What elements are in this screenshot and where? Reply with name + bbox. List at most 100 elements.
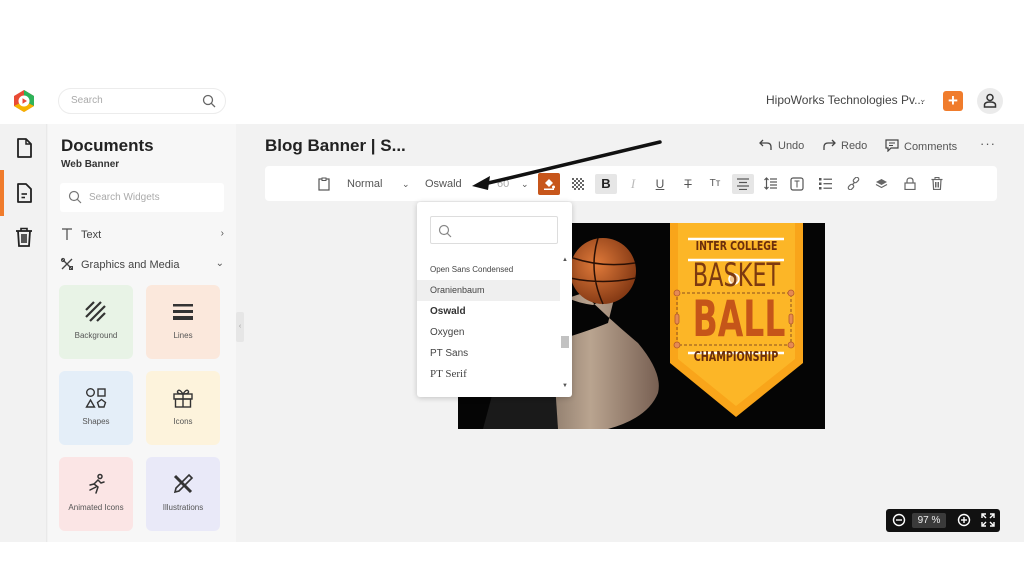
banner-line-championship-visible: CHAMPIONSHIP — [693, 350, 779, 365]
text-box-button[interactable] — [787, 174, 807, 194]
chevron-down-icon[interactable]: ⌄ — [521, 174, 529, 194]
search-icon — [68, 190, 82, 204]
italic-button[interactable]: I — [623, 174, 643, 194]
font-family-dropdown: Open Sans Condensed Oranienbaum Oswald O… — [417, 202, 572, 397]
section-label: Graphics and Media — [81, 259, 180, 271]
chevron-down-icon[interactable]: ⌄ — [402, 174, 410, 194]
zoom-out-icon[interactable] — [892, 513, 906, 527]
font-family-select[interactable]: Oswald — [425, 174, 462, 194]
tile-shapes[interactable]: Shapes — [59, 371, 133, 445]
search-icon — [438, 224, 452, 238]
text-box-icon — [790, 177, 804, 191]
strikethrough-button[interactable]: T — [678, 174, 698, 194]
active-indicator — [0, 170, 4, 216]
gift-icon — [173, 389, 193, 408]
chevron-right-icon: › — [220, 228, 224, 239]
font-option-hovered[interactable]: Oranienbaum — [417, 280, 560, 301]
document-text-icon[interactable] — [12, 181, 36, 205]
scroll-down-icon[interactable]: ▼ — [562, 383, 568, 389]
text-case-button[interactable]: Tт — [705, 174, 725, 194]
pencil-ruler-icon — [173, 473, 194, 494]
tile-label: Illustrations — [162, 503, 204, 512]
banner-line-inter-college[interactable]: INTER COLLEGE — [685, 239, 789, 253]
layers-icon — [875, 179, 887, 189]
font-option-selected[interactable]: Oswald — [417, 301, 560, 322]
more-options-button[interactable]: ··· — [980, 136, 996, 151]
redo-button[interactable]: Redo — [822, 139, 867, 152]
line-height-button[interactable] — [760, 174, 780, 194]
trash-icon — [931, 177, 943, 191]
paragraph-style-select[interactable]: Normal — [347, 174, 382, 194]
widgets-panel: Documents Web Banner Search Widgets Text… — [48, 124, 236, 542]
banner-line-basket[interactable]: BASKET — [690, 257, 783, 293]
user-icon — [983, 93, 997, 108]
left-rail — [0, 124, 47, 542]
scroll-up-icon[interactable]: ▲ — [562, 257, 568, 263]
delete-button[interactable] — [927, 174, 947, 194]
tile-background[interactable]: Background — [59, 285, 133, 359]
tile-lines[interactable]: Lines — [146, 285, 220, 359]
section-graphics-media[interactable]: Graphics and Media ⌄ — [60, 255, 226, 275]
list-icon — [818, 178, 832, 190]
banner-line-ball[interactable]: BALL — [693, 291, 786, 347]
zoom-control: 97 % — [886, 509, 1000, 532]
search-placeholder: Search — [71, 95, 103, 106]
tile-animated-icons[interactable]: Animated Icons — [59, 457, 133, 531]
font-option[interactable]: PT Sans — [417, 343, 560, 364]
fullscreen-icon[interactable] — [981, 513, 995, 527]
global-search-input[interactable]: Search — [58, 88, 226, 114]
running-icon — [89, 473, 105, 494]
lines-icon — [173, 304, 193, 320]
font-options-list: Open Sans Condensed Oranienbaum Oswald O… — [417, 259, 560, 391]
tile-illustrations[interactable]: Illustrations — [146, 457, 220, 531]
font-option[interactable]: PT Serif — [417, 364, 560, 385]
font-option[interactable]: Open Sans Condensed — [417, 259, 560, 280]
app-logo[interactable] — [12, 89, 36, 113]
chevron-down-icon: ⌄ — [215, 258, 224, 269]
undo-icon — [759, 139, 772, 150]
undo-button[interactable]: Undo — [759, 139, 804, 152]
chevron-down-icon[interactable]: ⌄ — [919, 94, 927, 105]
zoom-in-icon[interactable] — [957, 513, 971, 527]
bold-button[interactable]: B — [595, 174, 617, 194]
transparency-button[interactable] — [568, 174, 588, 194]
checkerboard-icon — [572, 178, 584, 190]
collapse-panel-handle[interactable]: ‹ — [236, 312, 244, 342]
underline-button[interactable]: U — [650, 174, 670, 194]
search-icon — [202, 94, 216, 108]
tile-label: Icons — [173, 417, 193, 426]
graphics-icon — [60, 257, 73, 270]
lock-icon — [904, 177, 916, 191]
format-toolbar: Normal ⌄ Oswald 60 ⌄ B I U T Tт — [265, 166, 997, 201]
link-button[interactable] — [843, 174, 863, 194]
comments-button[interactable]: Comments — [885, 139, 957, 153]
font-option[interactable]: Oxygen — [417, 322, 560, 343]
document-title[interactable]: Blog Banner | S... — [265, 136, 406, 156]
clipboard-icon[interactable] — [318, 177, 330, 191]
section-label: Text — [81, 229, 102, 241]
top-bar: Search HipoWorks Technologies Pv... ⌄ + — [0, 80, 1024, 124]
layers-button[interactable] — [871, 174, 891, 194]
scrollbar-thumb[interactable] — [561, 336, 569, 348]
zoom-level-input[interactable]: 97 % — [912, 513, 946, 528]
widget-search-input[interactable]: Search Widgets — [60, 183, 224, 212]
document-icon[interactable] — [12, 136, 36, 160]
lock-button[interactable] — [900, 174, 920, 194]
tile-label: Background — [74, 331, 118, 340]
align-center-button[interactable] — [732, 174, 754, 194]
list-button[interactable] — [815, 174, 835, 194]
dropdown-scrollbar[interactable]: ▲ ▼ — [560, 257, 570, 391]
comment-icon — [885, 139, 899, 153]
font-size-select[interactable]: 60 — [497, 174, 509, 194]
fill-color-button[interactable] — [538, 173, 560, 195]
trash-icon[interactable] — [12, 225, 36, 249]
widget-search-placeholder: Search Widgets — [89, 192, 160, 203]
user-menu-button[interactable] — [977, 88, 1003, 114]
tile-icons[interactable]: Icons — [146, 371, 220, 445]
font-search-input[interactable] — [430, 216, 558, 244]
section-text[interactable]: Text › — [60, 225, 226, 245]
organization-switcher[interactable]: HipoWorks Technologies Pv... — [766, 93, 924, 107]
tile-label: Animated Icons — [68, 503, 124, 512]
redo-label: Redo — [841, 140, 868, 152]
add-button[interactable]: + — [943, 91, 963, 111]
